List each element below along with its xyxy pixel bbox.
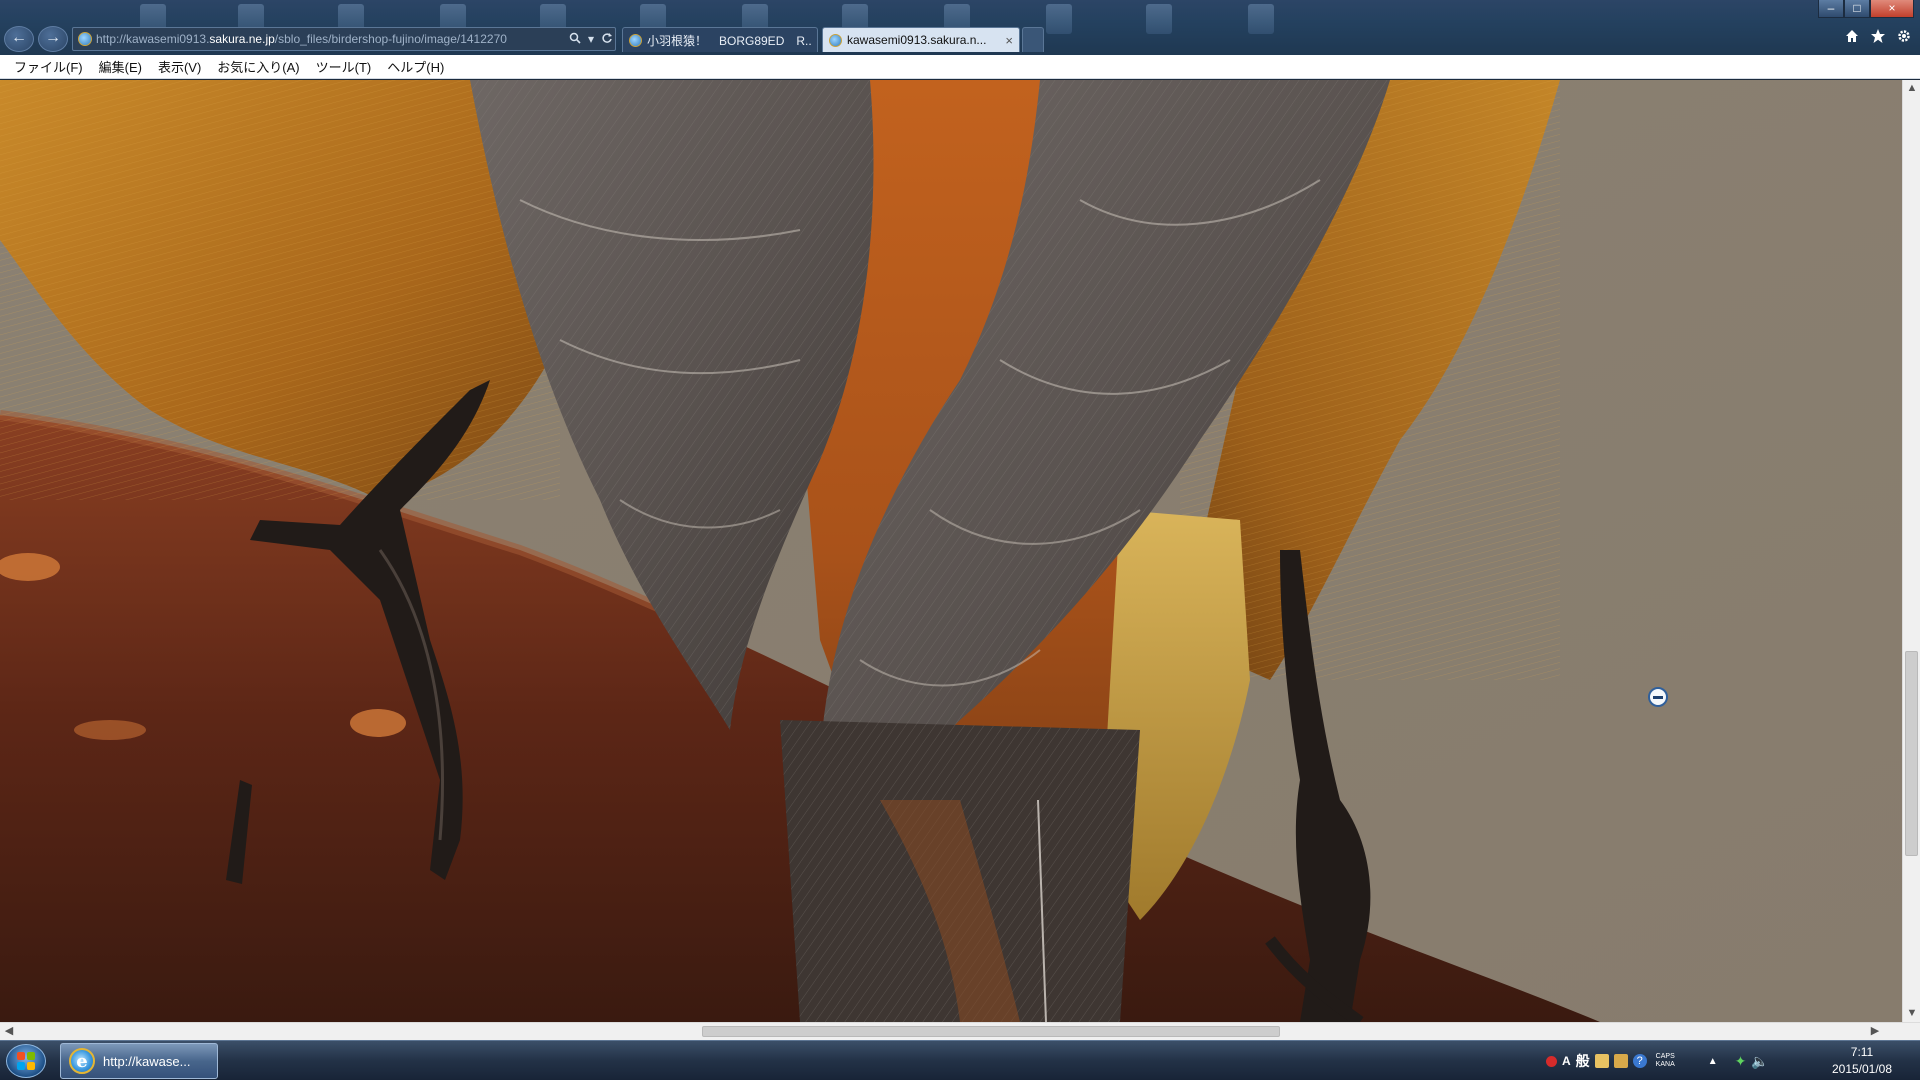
- back-button[interactable]: ←: [4, 26, 34, 52]
- tab-active[interactable]: kawasemi0913.sakura.n... ×: [822, 27, 1020, 52]
- tools-gear-icon[interactable]: [1896, 28, 1912, 49]
- ime-tool-icon[interactable]: [1594, 1054, 1609, 1068]
- start-button[interactable]: [6, 1044, 46, 1078]
- favorites-star-icon[interactable]: [1870, 28, 1886, 49]
- home-icon[interactable]: [1844, 28, 1860, 49]
- tab-inactive[interactable]: 小羽根猿！ BORG89ED R...: [622, 27, 818, 52]
- maximize-button[interactable]: □: [1844, 0, 1870, 18]
- taskbar-ie-button[interactable]: e http://kawase...: [60, 1043, 218, 1079]
- menu-favorites[interactable]: お気に入り(A): [209, 57, 307, 76]
- forward-button[interactable]: →: [38, 26, 68, 52]
- menu-tools[interactable]: ツール(T): [308, 57, 380, 76]
- clock-date: 2015/01/08: [1831, 1062, 1893, 1076]
- menu-file[interactable]: ファイル(F): [6, 57, 91, 76]
- url-path: /sblo_files/birdershop-fujino/image/1412…: [274, 32, 507, 46]
- scroll-up-arrow-icon[interactable]: ▲: [1903, 80, 1920, 97]
- close-window-button[interactable]: ×: [1870, 0, 1914, 18]
- forward-arrow-icon: →: [45, 29, 61, 46]
- network-icon[interactable]: ✦: [1735, 1053, 1747, 1070]
- scroll-left-arrow-icon[interactable]: ◀: [0, 1023, 18, 1040]
- bird-photo[interactable]: [0, 80, 1902, 1022]
- address-dropdown-chevron-icon[interactable]: ▾: [583, 32, 599, 46]
- desktop-ghost-icon: [1248, 4, 1274, 34]
- minimize-button[interactable]: –: [1818, 0, 1844, 18]
- clock[interactable]: 7:11 2015/01/08: [1812, 1044, 1912, 1078]
- search-icon[interactable]: [567, 32, 583, 47]
- scroll-right-arrow-icon[interactable]: ▶: [1866, 1023, 1884, 1040]
- horizontal-scroll-thumb[interactable]: [702, 1026, 1280, 1037]
- ie-page-icon: [829, 33, 842, 47]
- windows-logo-icon: [17, 1052, 35, 1070]
- ie-page-icon: [629, 33, 642, 47]
- menu-bar: ファイル(F) 編集(E) 表示(V) お気に入り(A) ツール(T) ヘルプ(…: [0, 55, 1920, 79]
- vertical-scroll-thumb[interactable]: [1905, 651, 1918, 856]
- alert-icon[interactable]: [1546, 1055, 1557, 1067]
- system-tray: A 般 ? CAPS KANA ▲ ✦ 🔈: [1546, 1047, 1769, 1075]
- ie-page-icon: [78, 32, 92, 46]
- page-content[interactable]: [0, 80, 1902, 1022]
- tray-overflow-chevron-icon[interactable]: ▲: [1708, 1056, 1718, 1067]
- new-tab-button[interactable]: [1022, 27, 1044, 52]
- volume-muted-icon[interactable]: 🔈: [1751, 1053, 1768, 1070]
- horizontal-scrollbar[interactable]: ◀ ▶: [0, 1022, 1920, 1040]
- menu-edit[interactable]: 編集(E): [91, 57, 150, 76]
- url-prefix: http://kawasemi0913.: [96, 32, 210, 46]
- ime-dictionary-icon[interactable]: [1613, 1054, 1628, 1068]
- address-bar[interactable]: http://kawasemi0913.sakura.ne.jp/sblo_fi…: [72, 27, 616, 51]
- internet-explorer-icon: e: [69, 1048, 95, 1074]
- help-icon[interactable]: ?: [1632, 1054, 1647, 1068]
- back-arrow-icon: ←: [11, 29, 27, 46]
- ime-input-icon[interactable]: 般: [1576, 1051, 1590, 1071]
- scroll-down-arrow-icon[interactable]: ▼: [1903, 1005, 1920, 1022]
- taskbar-ie-label: http://kawase...: [103, 1053, 191, 1069]
- vertical-scrollbar[interactable]: ▲ ▼: [1902, 80, 1920, 1022]
- url-domain: sakura.ne.jp: [209, 32, 275, 46]
- menu-help[interactable]: ヘルプ(H): [379, 57, 452, 76]
- browser-titlebar: ← → http://kawasemi0913.sakura.ne.jp/sbl…: [0, 0, 1920, 55]
- zoom-out-cursor-icon: [1648, 687, 1668, 707]
- refresh-icon[interactable]: [599, 32, 615, 47]
- tab-label: 小羽根猿！ BORG89ED R...: [647, 33, 811, 48]
- window-controls: – □ ×: [1818, 0, 1914, 18]
- address-url[interactable]: http://kawasemi0913.sakura.ne.jp/sblo_fi…: [96, 32, 567, 46]
- tab-close-icon[interactable]: ×: [1005, 33, 1013, 48]
- taskbar: e http://kawase... A 般 ? CAPS KANA ▲ ✦ 🔈…: [0, 1040, 1920, 1080]
- desktop-ghost-icon: [1046, 4, 1072, 34]
- caps-indicator: CAPS: [1655, 1053, 1675, 1060]
- tab-label: kawasemi0913.sakura.n...: [847, 33, 987, 47]
- browser-toolbar-icons: [1844, 28, 1912, 49]
- menu-view[interactable]: 表示(V): [150, 57, 209, 76]
- ime-mode-icon[interactable]: A: [1562, 1054, 1571, 1068]
- desktop-ghost-icon: [1146, 4, 1172, 34]
- kana-indicator: KANA: [1655, 1061, 1675, 1068]
- caps-kana-indicator: CAPS KANA: [1656, 1053, 1675, 1069]
- clock-time: 7:11: [1850, 1045, 1874, 1059]
